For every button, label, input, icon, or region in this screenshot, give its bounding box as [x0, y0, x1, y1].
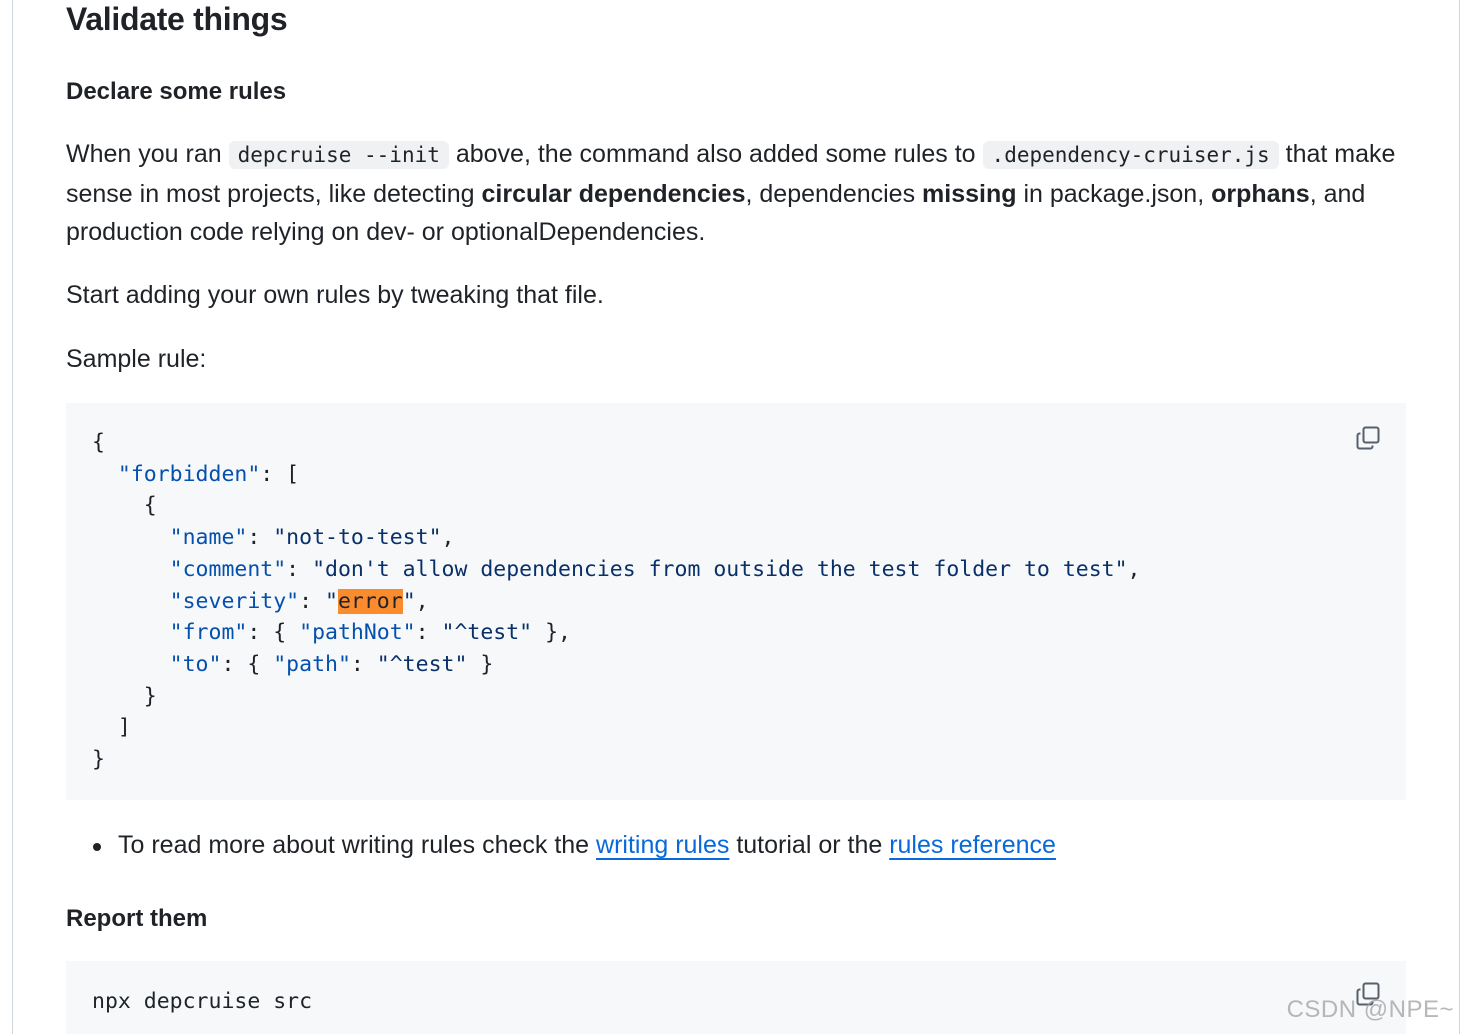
- text: above, the command also added some rules…: [448, 140, 983, 168]
- text: When you ran: [66, 140, 229, 168]
- watermark: CSDN @NPE~: [1286, 996, 1454, 1023]
- bold-text: orphans: [1211, 179, 1310, 208]
- bold-text: missing: [922, 179, 1017, 208]
- report-command: npx depcruise src: [92, 989, 313, 1014]
- section-title: Validate things: [66, 1, 288, 37]
- code-key: "name": [169, 525, 248, 551]
- code-token: ": [325, 588, 338, 614]
- declare-rules-heading: Declare some rules: [66, 78, 287, 105]
- writing-rules-link[interactable]: writing rules: [596, 831, 729, 859]
- text: , dependencies: [745, 179, 923, 208]
- code-token: {: [92, 493, 157, 519]
- inline-code-config-file: .dependency-cruiser.js: [982, 141, 1279, 169]
- text: tutorial or the: [729, 831, 890, 859]
- code-token: : [: [260, 461, 300, 487]
- code-key: "comment": [169, 556, 287, 582]
- tweak-paragraph: Start adding your own rules by tweaking …: [66, 281, 604, 309]
- code-key: "from": [169, 620, 248, 646]
- code-string: "don't allow dependencies from outside t…: [312, 556, 1128, 582]
- bullet-list: To read more about writing rules check t…: [66, 826, 1056, 864]
- report-code-block: npx depcruise src: [66, 961, 1406, 1034]
- code-key: "pathNot": [299, 620, 416, 646]
- sample-rule-label: Sample rule:: [66, 345, 207, 373]
- code-token: {: [92, 430, 105, 455]
- code-string: "^test": [441, 620, 533, 646]
- list-item: To read more about writing rules check t…: [66, 826, 1056, 864]
- sample-rule-code-block: { "forbidden": [ { "name": "not-to-test"…: [66, 403, 1406, 800]
- code-token: }: [92, 683, 157, 709]
- code-key: "forbidden": [117, 461, 261, 487]
- search-highlight: error: [337, 588, 403, 614]
- code-token: ": [402, 588, 416, 614]
- code-key: "severity": [169, 588, 300, 614]
- code-key: "to": [169, 651, 222, 677]
- code-string: "^test": [376, 651, 468, 677]
- text: To read more about writing rules check t…: [118, 831, 597, 859]
- code-token: ]: [92, 715, 131, 741]
- rules-reference-link[interactable]: rules reference: [889, 831, 1056, 859]
- inline-code-depcruise-init: depcruise --init: [228, 141, 449, 169]
- code-content: { "forbidden": [ { "name": "not-to-test"…: [92, 430, 1141, 773]
- code-key: "path": [273, 651, 351, 677]
- copy-code-button[interactable]: [1354, 424, 1382, 452]
- declare-rules-paragraph: When you ran depcruise --init above, the…: [66, 135, 1406, 252]
- text: in package.json,: [1016, 179, 1212, 208]
- copy-icon: [1356, 426, 1380, 450]
- code-string: "not-to-test": [273, 525, 442, 551]
- report-them-heading: Report them: [66, 905, 208, 932]
- bold-text: circular dependencies: [481, 179, 746, 208]
- code-token: }: [92, 747, 105, 773]
